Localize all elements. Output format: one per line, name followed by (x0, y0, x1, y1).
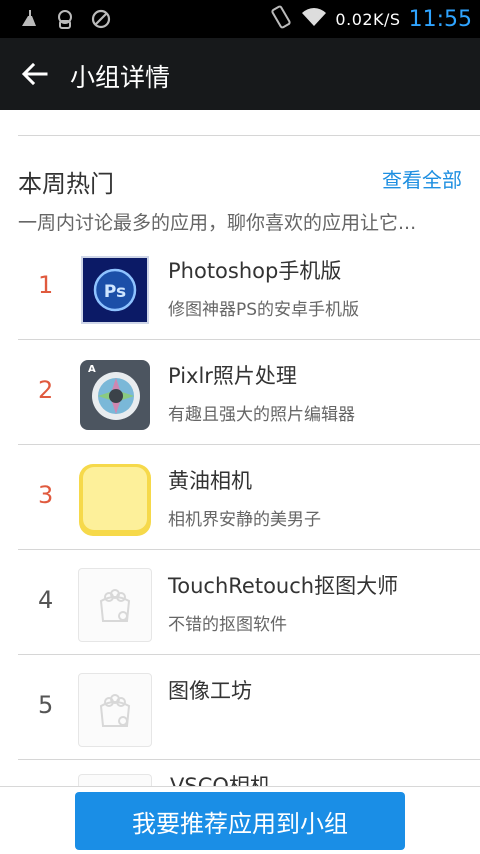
page-title: 小组详情 (70, 63, 171, 92)
blocked-icon (90, 8, 112, 30)
app-name: Pixlr照片处理 (168, 364, 297, 388)
divider (18, 135, 480, 136)
rank-number: 4 (38, 586, 54, 614)
rank-number: 3 (38, 481, 54, 509)
photoshop-icon: Ps (78, 253, 152, 327)
see-all-link[interactable]: 查看全部 (382, 164, 462, 193)
list-item[interactable]: 4 TouchRetouch抠图大师 不错的抠图软件 (18, 550, 480, 655)
bottom-bar: 我要推荐应用到小组 (0, 786, 480, 854)
app-description: 不错的抠图软件 (168, 615, 287, 635)
wifi-icon (301, 6, 327, 32)
app-description: 有趣且强大的照片编辑器 (168, 405, 355, 425)
list-item[interactable]: 1 Ps Photoshop手机版 修图神器PS的安卓手机版 (18, 235, 480, 340)
rank-number: 1 (38, 271, 54, 299)
status-indicators: 0.02K/S 11:55 (269, 0, 472, 38)
app-name: 黄油相机 (168, 469, 252, 493)
list-item[interactable]: 5 图像工坊 (18, 655, 480, 760)
vibrate-icon (269, 4, 293, 34)
app-name: TouchRetouch抠图大师 (168, 574, 399, 598)
action-bar: 小组详情 (0, 38, 480, 110)
rank-number: 2 (38, 376, 54, 404)
status-notifications (18, 8, 112, 30)
back-arrow-icon (21, 62, 48, 86)
placeholder-icon (78, 673, 152, 747)
privacy-icon (54, 8, 76, 30)
butter-camera-icon (78, 463, 152, 537)
pixlr-icon: A (78, 358, 152, 432)
list-item[interactable]: 2 A Pixlr照片处理 有趣且强大的照片编辑器 (18, 340, 480, 445)
cleaner-icon (18, 8, 40, 30)
recommend-app-button[interactable]: 我要推荐应用到小组 (75, 792, 405, 850)
net-speed: 0.02K/S (335, 9, 401, 29)
app-description: 相机界安静的美男子 (168, 510, 321, 530)
status-bar: 0.02K/S 11:55 (0, 0, 480, 38)
section-description: 一周内讨论最多的应用，聊你喜欢的应用让它... (18, 212, 417, 234)
list-item[interactable]: 3 黄油相机 相机界安静的美男子 (18, 445, 480, 550)
clock: 11:55 (408, 6, 472, 32)
app-name: 图像工坊 (168, 679, 252, 703)
svg-text:A: A (88, 364, 96, 375)
back-button[interactable] (12, 52, 56, 96)
app-name: Photoshop手机版 (168, 259, 342, 283)
svg-text:Ps: Ps (104, 282, 126, 302)
placeholder-icon (78, 568, 152, 642)
rank-number: 5 (38, 691, 54, 719)
section-title: 本周热门 (18, 170, 114, 198)
app-description: 修图神器PS的安卓手机版 (168, 300, 360, 320)
app-list: 1 Ps Photoshop手机版 修图神器PS的安卓手机版 2 A Pixlr… (18, 235, 480, 760)
